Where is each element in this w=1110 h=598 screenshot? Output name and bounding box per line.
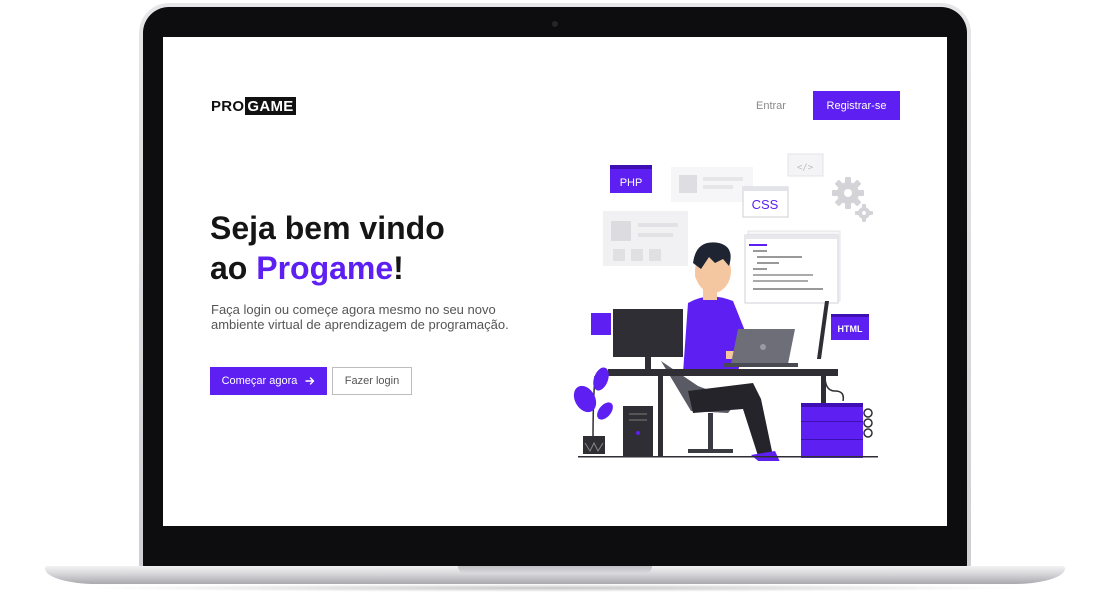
laptop-shadow: [80, 584, 1030, 592]
css-tag-text: CSS: [752, 197, 779, 212]
start-now-label: Começar agora: [221, 375, 298, 387]
developer-illustration: </> PHP CSS HTML: [573, 153, 878, 461]
drawer-cabinet: [801, 403, 873, 458]
pc-tower: [623, 406, 653, 456]
html-tag: HTML: [831, 314, 869, 340]
php-tag-text: PHP: [620, 177, 643, 189]
hero-title: Seja bem vindo ao Progame!: [210, 208, 510, 288]
login-button[interactable]: Fazer login: [332, 367, 412, 395]
floor-line: [578, 456, 878, 458]
start-now-button[interactable]: Começar agora: [210, 367, 327, 395]
hero-title-line2: ao Progame!: [210, 248, 510, 288]
hero-title-suffix: !: [393, 250, 404, 286]
logo-text-pro: PRO: [211, 97, 245, 115]
brand-logo[interactable]: PRO GAME: [211, 96, 296, 116]
hero-title-brand: Progame: [256, 250, 394, 286]
browser-viewport: PRO GAME Entrar Registrar-se Seja bem vi…: [163, 37, 947, 526]
logo-text-game: GAME: [245, 97, 296, 115]
arrow-right-icon: [305, 377, 315, 385]
plant-icon: [573, 367, 613, 454]
code-window: [744, 234, 839, 304]
webcam: [552, 21, 558, 27]
code-tag: </>: [797, 163, 814, 173]
hero-description: Faça login ou começe agora mesmo no seu …: [211, 302, 509, 332]
html-tag-text: HTML: [838, 324, 863, 334]
gear-icon: [832, 177, 873, 222]
right-monitor: [817, 301, 829, 359]
css-tag: CSS: [742, 186, 789, 218]
monitor-icon: [613, 309, 683, 373]
register-button[interactable]: Registrar-se: [813, 91, 900, 120]
laptop-notch: [458, 566, 652, 574]
small-purple-panel: [591, 313, 611, 335]
hero-title-prefix: ao: [210, 250, 257, 286]
cable: [824, 375, 845, 402]
php-tag: PHP: [610, 165, 652, 193]
hero-title-line1: Seja bem vindo: [210, 210, 445, 246]
login-link[interactable]: Entrar: [756, 92, 786, 120]
code-tag-text: </>: [797, 163, 814, 173]
